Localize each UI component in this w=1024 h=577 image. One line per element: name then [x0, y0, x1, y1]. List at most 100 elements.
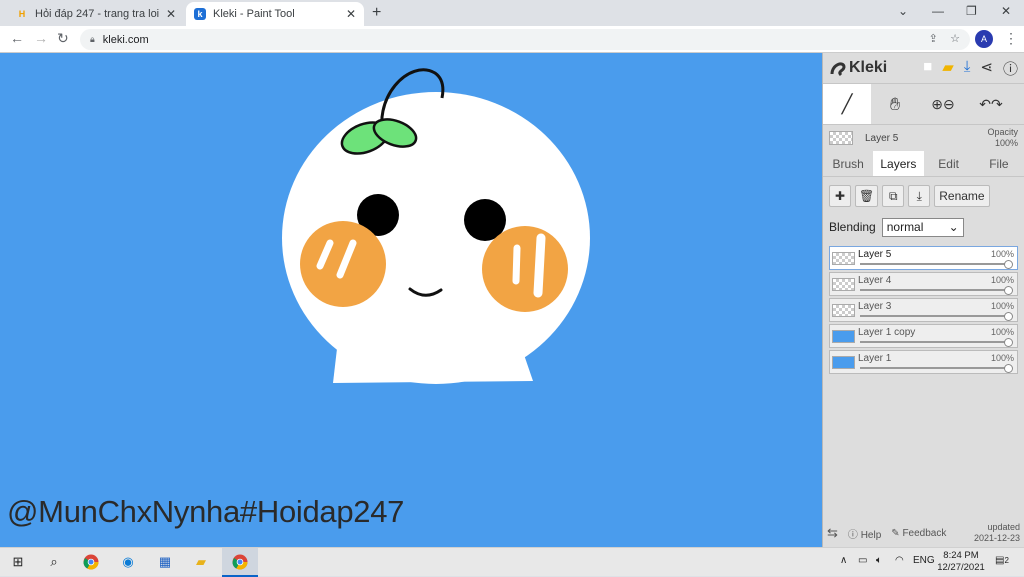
- new-image-icon[interactable]: ■: [923, 58, 932, 79]
- undo-redo-icon[interactable]: ↶↷: [967, 84, 1015, 124]
- layer-thumbnail: [832, 277, 855, 291]
- drawing-canvas[interactable]: @MunChxNynha#Hoidap247: [0, 53, 822, 547]
- layer-thumbnail: [829, 131, 853, 145]
- cheek-right: [482, 226, 568, 312]
- panel-footer: ⇆ ⓘ Help ✎ Feedback updated 2021-12-23: [823, 519, 1024, 547]
- delete-layer-button[interactable]: 🗑︎: [855, 185, 879, 207]
- search-icon[interactable]: ⌕: [45, 553, 63, 571]
- close-icon[interactable]: ✕: [346, 7, 356, 21]
- opacity-slider[interactable]: [860, 341, 1009, 343]
- current-layer-bar: Layer 5 Opacity 100%: [823, 125, 1024, 151]
- updated-date: 2021-12-23: [973, 533, 1020, 543]
- close-icon[interactable]: ✕: [166, 7, 176, 21]
- tab-search-icon[interactable]: ⌄: [898, 4, 908, 18]
- share-icon[interactable]: ⋖: [980, 58, 993, 79]
- clock-time: 8:24 PM: [943, 550, 979, 561]
- tab-kleki[interactable]: k Kleki - Paint Tool ✕: [186, 2, 364, 26]
- layer-thumbnail: [832, 303, 855, 317]
- current-layer-name: Layer 5: [865, 132, 899, 144]
- hand-tool-icon[interactable]: ✋︎: [871, 84, 919, 124]
- zoom-icon[interactable]: ⊕⊖: [919, 84, 967, 124]
- layer-thumbnail: [832, 355, 855, 369]
- file-explorer-icon[interactable]: ▰: [192, 553, 210, 571]
- add-layer-button[interactable]: ✚: [829, 185, 851, 207]
- restore-icon[interactable]: ❐: [966, 4, 977, 18]
- kleki-favicon-icon: k: [194, 8, 206, 20]
- language-indicator[interactable]: ENG: [913, 555, 935, 566]
- windows-taskbar: ⊞ ⌕ ◉ ▦ ▰ ∧ ▭ 🔈︎ ◠ ENG 8:24 PM 12/27/202…: [0, 547, 1024, 577]
- share-icon[interactable]: ⇪: [929, 33, 938, 45]
- taskbar-clock[interactable]: 8:24 PM 12/27/2021: [935, 550, 987, 574]
- tab-layers[interactable]: Layers: [873, 151, 924, 176]
- blending-row: Blending normal ⌄: [823, 215, 1024, 239]
- reload-icon[interactable]: ↻: [57, 30, 69, 47]
- chrome-icon: [231, 553, 249, 571]
- edge-icon[interactable]: ◉: [119, 553, 137, 571]
- windows-start-icon[interactable]: ⊞: [9, 553, 27, 571]
- duplicate-layer-button[interactable]: ⧉: [882, 185, 905, 207]
- opacity-label: Opacity: [987, 127, 1018, 137]
- kleki-logo: Kleki: [829, 59, 887, 77]
- rename-button[interactable]: Rename: [934, 185, 990, 207]
- opacity-slider[interactable]: [860, 315, 1009, 317]
- browser-toolbar: ← → ↻ 🔒︎ kleki.com ⇪ ☆: [0, 26, 1024, 53]
- bookmark-star-icon[interactable]: ☆: [950, 33, 960, 45]
- opacity-slider-handle[interactable]: [1004, 260, 1013, 269]
- blending-select[interactable]: normal ⌄: [881, 217, 964, 237]
- opacity-slider-handle[interactable]: [1004, 286, 1013, 295]
- minimize-icon[interactable]: —: [932, 4, 944, 18]
- open-folder-icon[interactable]: ▰: [942, 58, 954, 79]
- opacity-slider-handle[interactable]: [1004, 338, 1013, 347]
- opacity-slider[interactable]: [860, 289, 1009, 291]
- profile-avatar[interactable]: A: [975, 30, 993, 48]
- opacity-value[interactable]: 100%: [995, 138, 1018, 148]
- notification-icon[interactable]: ▤2: [995, 555, 1009, 566]
- layer-item[interactable]: Layer 1 100%: [829, 350, 1018, 374]
- layer-item[interactable]: Layer 1 copy 100%: [829, 324, 1018, 348]
- feedback-link[interactable]: ✎ Feedback: [891, 528, 946, 539]
- window-close-icon[interactable]: ✕: [1001, 4, 1011, 18]
- layer-item[interactable]: Layer 5 100%: [829, 246, 1018, 270]
- chrome-icon[interactable]: [82, 553, 100, 571]
- volume-icon[interactable]: 🔈︎: [876, 555, 882, 566]
- download-icon[interactable]: ⤓: [964, 58, 971, 79]
- signature-text: @MunChxNynha#Hoidap247: [7, 494, 405, 529]
- address-bar[interactable]: 🔒︎ kleki.com ⇪ ☆: [80, 29, 970, 50]
- tab-title: Hỏi đáp 247 - trang tra loi: [35, 8, 160, 20]
- forward-icon[interactable]: →: [34, 30, 48, 46]
- taskbar-active-chrome[interactable]: [222, 548, 258, 577]
- opacity-slider-handle[interactable]: [1004, 312, 1013, 321]
- layer-item[interactable]: Layer 3 100%: [829, 298, 1018, 322]
- kleki-logo-icon: [830, 62, 846, 77]
- back-icon[interactable]: ←: [10, 30, 24, 46]
- layer-thumbnail: [832, 329, 855, 343]
- tray-chevron-icon[interactable]: ∧: [840, 555, 847, 566]
- help-link[interactable]: ⓘ Help: [848, 526, 881, 541]
- browser-tab-strip: H Hỏi đáp 247 - trang tra loi ✕ k Kleki …: [0, 0, 1024, 26]
- store-icon[interactable]: ▦: [156, 553, 174, 571]
- help-icon[interactable]: ⓘ: [1003, 58, 1018, 79]
- chevron-down-icon: ⌄: [948, 220, 959, 234]
- swap-side-icon[interactable]: ⇆: [827, 525, 838, 541]
- kleki-side-panel: Kleki ■ ▰ ⤓ ⋖ ⓘ ╱ ✋︎ ⊕⊖ ↶↷ Layer 5 Opaci…: [822, 53, 1024, 547]
- tab-edit[interactable]: Edit: [924, 151, 974, 176]
- tab-hoidap[interactable]: H Hỏi đáp 247 - trang tra loi ✕: [8, 2, 184, 26]
- brush-tool-icon[interactable]: ╱: [823, 84, 871, 124]
- layer-actions: ✚ 🗑︎ ⧉ ⤓ Rename: [823, 177, 1024, 215]
- feedback-icon: ✎: [891, 527, 900, 539]
- tab-file[interactable]: File: [974, 151, 1024, 176]
- battery-icon[interactable]: ▭: [858, 555, 867, 566]
- opacity-slider[interactable]: [860, 367, 1009, 369]
- layer-item[interactable]: Layer 4 100%: [829, 272, 1018, 296]
- updated-label: updated: [987, 522, 1020, 532]
- new-tab-icon[interactable]: +: [372, 4, 381, 22]
- merge-layer-button[interactable]: ⤓: [908, 185, 931, 207]
- opacity-slider-handle[interactable]: [1004, 364, 1013, 373]
- lock-icon: 🔒︎: [90, 34, 95, 44]
- wifi-icon[interactable]: ◠: [895, 555, 904, 566]
- browser-menu-icon[interactable]: ⋮: [1004, 30, 1018, 47]
- opacity-slider[interactable]: [860, 263, 1009, 265]
- clock-date: 12/27/2021: [937, 562, 985, 573]
- tab-brush[interactable]: Brush: [823, 151, 873, 176]
- hoidap-favicon-icon: H: [18, 9, 26, 19]
